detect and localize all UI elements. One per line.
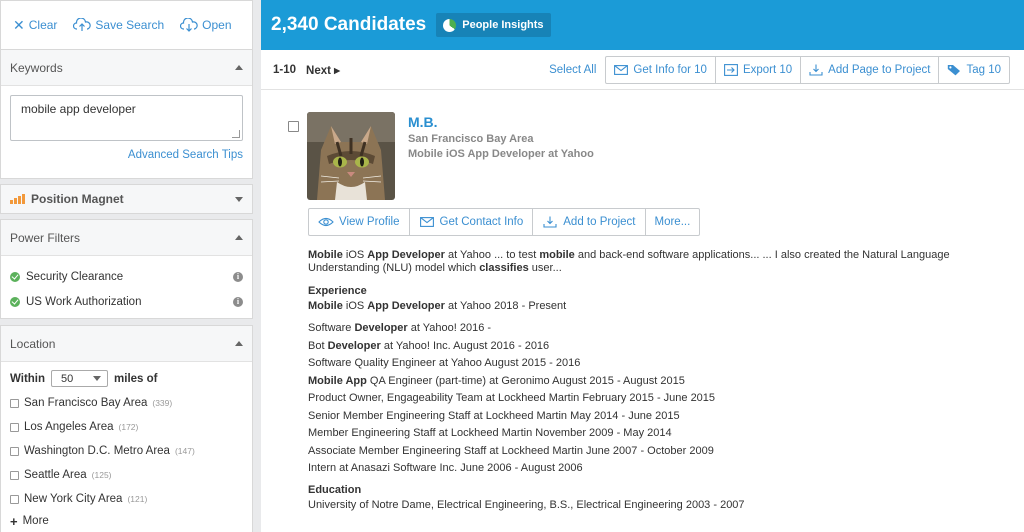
select-all-link[interactable]: Select All (549, 64, 596, 76)
education-entry: University of Notre Dame, Electrical Eng… (308, 498, 745, 511)
download-icon (809, 64, 823, 76)
results-toolbar: 1-10 Next ▸ Select All Get Info for 10 E… (261, 50, 1024, 90)
tag-icon (948, 64, 961, 75)
envelope-icon (614, 64, 629, 75)
experience-item: Associate Member Engineering Staff at Lo… (308, 444, 714, 457)
location-item[interactable]: San Francisco Bay Area (339) (1, 391, 252, 415)
tag-button[interactable]: Tag 10 (939, 57, 1009, 83)
candidate-actions: View Profile Get Contact Info Add to Pro… (308, 208, 701, 236)
experience-item: Product Owner, Engageability Team at Loc… (308, 392, 716, 404)
expand-icon (235, 196, 243, 202)
checkbox[interactable] (10, 422, 19, 432)
filter-us-work-authorization[interactable]: US Work Authorization i (1, 289, 252, 314)
filter-security-clearance[interactable]: Security Clearance i (1, 264, 252, 289)
results-main: 2,340 Candidates People Insights 1-10 Ne… (261, 0, 1024, 532)
more-actions-button[interactable]: More... (646, 209, 700, 235)
close-icon: ✕ (13, 16, 25, 33)
checkbox[interactable] (10, 446, 19, 456)
advanced-search-tips-link[interactable]: Advanced Search Tips (1, 141, 252, 161)
experience-item: Member Engineering Staff at Lockheed Mar… (308, 427, 672, 439)
candidate-photo[interactable] (307, 112, 395, 200)
power-filters-header[interactable]: Power Filters (1, 220, 252, 256)
candidate-details: Mobile iOS App Developer at Yahoo ... to… (308, 249, 1008, 514)
location-item[interactable]: New York City Area (121) (1, 487, 252, 511)
pagination: 1-10 Next ▸ (273, 63, 340, 77)
add-page-to-project-button[interactable]: Add Page to Project (801, 56, 940, 83)
view-profile-button[interactable]: View Profile (309, 209, 410, 235)
page-range: 1-10 (273, 63, 297, 76)
collapse-icon (235, 235, 243, 240)
save-search-button[interactable]: Save Search (73, 18, 164, 32)
pie-chart-icon (443, 18, 457, 32)
experience-item: Mobile App QA Engineer (part-time) at Ge… (308, 374, 685, 387)
keywords-title: Keywords (10, 60, 63, 75)
cloud-upload-icon (73, 18, 92, 31)
location-item[interactable]: Seattle Area (125) (1, 463, 252, 487)
more-locations-link[interactable]: + More (1, 511, 252, 531)
location-item[interactable]: Los Angeles Area (172) (1, 415, 252, 439)
chevron-down-icon (93, 376, 102, 381)
get-contact-info-button[interactable]: Get Contact Info (410, 209, 534, 235)
experience-title: Experience (308, 285, 367, 297)
eye-icon (318, 217, 334, 227)
keywords-panel: Keywords mobile app developer Advanced S… (0, 49, 253, 179)
location-panel: Location Within 50 miles of San Francisc… (0, 325, 253, 532)
export-icon (723, 63, 738, 76)
resize-handle-icon[interactable] (232, 130, 240, 138)
next-page-link[interactable]: Next ▸ (306, 63, 340, 77)
bar-chart-icon (10, 194, 25, 204)
experience-item: Software Quality Engineer at Yahoo Augus… (308, 357, 581, 369)
info-icon[interactable]: i (233, 271, 243, 282)
checkbox[interactable] (10, 494, 19, 504)
page-title: 2,340 Candidates (271, 14, 427, 35)
snippet: Mobile iOS App Developer at Yahoo ... to… (308, 249, 950, 274)
experience-item: Software Developer at Yahoo! 2016 - (308, 322, 492, 334)
sidebar: ✕ Clear Save Search Open Keywords mobile… (0, 0, 253, 532)
keywords-input[interactable]: mobile app developer (10, 95, 243, 141)
collapse-icon (235, 341, 243, 346)
checkbox[interactable] (10, 398, 19, 408)
collapse-icon (235, 65, 243, 70)
add-to-project-button[interactable]: Add to Project (533, 209, 646, 235)
check-circle-icon (10, 271, 20, 282)
education-title: Education (308, 483, 362, 496)
envelope-icon (419, 217, 434, 227)
experience-item: Bot Developer at Yahoo! Inc. August 2016… (308, 339, 550, 352)
candidate-name[interactable]: M.B. (408, 114, 438, 130)
within-row: Within 50 miles of (1, 362, 252, 391)
bulk-actions-group: Get Info for 10 Export 10 Add Page to Pr… (605, 55, 1010, 84)
experience-item: Senior Member Engineering Staff at Lockh… (308, 409, 680, 422)
position-magnet-panel[interactable]: Position Magnet (0, 184, 253, 214)
people-insights-button[interactable]: People Insights (436, 13, 551, 37)
results-header: 2,340 Candidates People Insights (261, 0, 1024, 50)
power-filters-panel: Power Filters Security Clearance i US Wo… (0, 219, 253, 319)
clear-button[interactable]: ✕ Clear (13, 17, 57, 34)
current-position: Mobile iOS App Developer at Yahoo 2018 -… (308, 300, 567, 312)
export-button[interactable]: Export 10 (716, 56, 802, 83)
miles-select[interactable]: 50 (51, 370, 109, 387)
open-button[interactable]: Open (180, 18, 232, 32)
checkbox[interactable] (10, 470, 19, 480)
candidate-location: San Francisco Bay Area (408, 133, 534, 145)
position-magnet-header[interactable]: Position Magnet (1, 185, 252, 213)
cloud-download-icon (180, 18, 198, 32)
search-actions-bar: ✕ Clear Save Search Open (0, 0, 253, 50)
info-icon[interactable]: i (233, 296, 243, 307)
candidate-headline: Mobile iOS App Developer at Yahoo (408, 148, 594, 160)
check-circle-icon (10, 296, 20, 307)
keywords-header[interactable]: Keywords (1, 50, 252, 86)
location-header[interactable]: Location (1, 326, 252, 362)
location-item[interactable]: Washington D.C. Metro Area (147) (1, 439, 252, 463)
plus-icon: + (10, 513, 18, 529)
cat-photo-icon (307, 112, 395, 200)
candidate-checkbox[interactable] (288, 121, 299, 132)
get-info-button[interactable]: Get Info for 10 (606, 56, 716, 83)
download-icon (543, 216, 557, 228)
experience-item: Intern at Anasazi Software Inc. June 200… (308, 462, 583, 474)
experience-list: Software Developer at Yahoo! 2016 - Bot D… (308, 320, 1008, 478)
